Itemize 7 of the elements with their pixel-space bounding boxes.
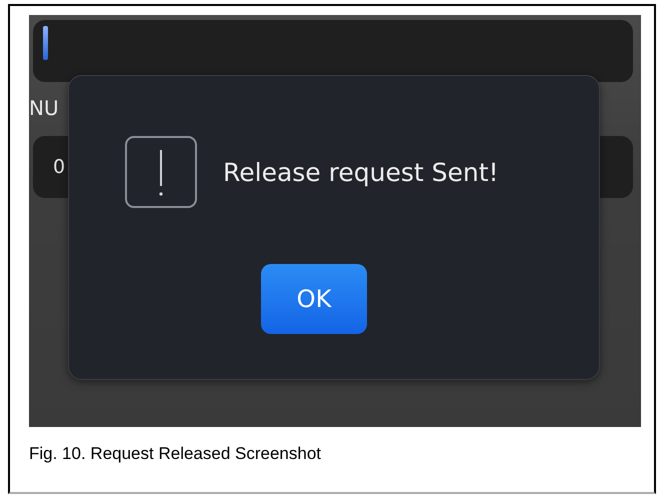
alert-message: Release request Sent!	[223, 158, 499, 186]
figure-caption: Fig. 10. Request Released Screenshot	[29, 444, 322, 464]
ok-button[interactable]: OK	[261, 264, 367, 334]
input-field[interactable]	[33, 20, 633, 82]
text-cursor	[43, 26, 48, 60]
alert-icon	[125, 136, 197, 208]
field-label: NU	[29, 95, 60, 122]
